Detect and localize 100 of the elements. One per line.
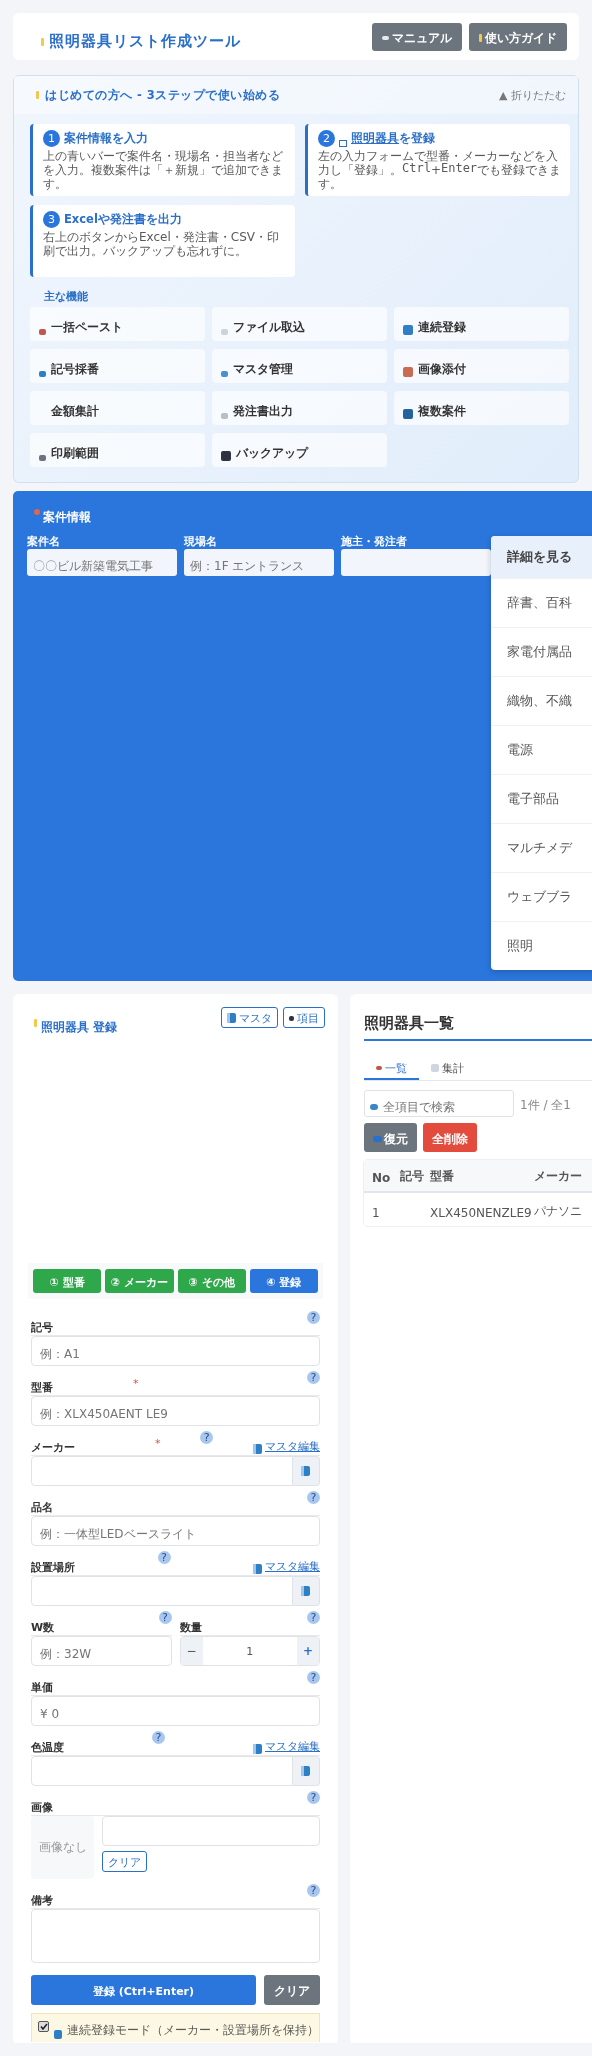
combo-field[interactable]: [31, 1756, 293, 1786]
feature-item[interactable]: 発注書出力: [212, 391, 387, 425]
fields-button[interactable]: 項目: [283, 1007, 325, 1028]
clear-image-button[interactable]: クリア: [102, 1851, 147, 1872]
help-icon[interactable]: ?: [158, 1611, 172, 1624]
help-icon[interactable]: ?: [157, 1551, 171, 1564]
guide-button[interactable]: 使い方ガイド: [469, 22, 567, 51]
combo-field[interactable]: [31, 1456, 293, 1486]
feature-label: 記号採番: [51, 362, 99, 377]
feature-item[interactable]: 記号採番: [30, 349, 205, 383]
dropdown-item[interactable]: 織物、不織: [491, 676, 592, 725]
step-tab[interactable]: ④ 登録: [249, 1269, 318, 1293]
feature-item[interactable]: ファイル取込: [212, 307, 387, 341]
tab[interactable]: 集計: [419, 1053, 476, 1080]
field-label: メーカー: [31, 1440, 75, 1455]
feature-label: マスタ管理: [233, 362, 293, 377]
step-number: 3: [43, 211, 60, 228]
help-icon[interactable]: ?: [152, 1731, 165, 1744]
text-field[interactable]: ¥ 0: [31, 1696, 320, 1726]
help-icon[interactable]: ?: [307, 1491, 320, 1504]
feature-item[interactable]: 画像添付: [394, 349, 569, 383]
feature-label: 印刷範囲: [51, 446, 99, 461]
dropdown-item[interactable]: 辞書、百科: [491, 578, 592, 627]
feature-label: 一括ペースト: [51, 320, 123, 335]
column-header[interactable]: メーカー: [534, 1168, 592, 1185]
help-icon[interactable]: ?: [307, 1611, 320, 1624]
master-picker-button[interactable]: [292, 1456, 320, 1486]
step-tab[interactable]: ③ その他: [177, 1269, 246, 1293]
text-field[interactable]: 〇〇ビル新築電気工事: [27, 549, 177, 576]
checkbox[interactable]: [38, 2021, 49, 2032]
feature-item[interactable]: マスタ管理: [212, 349, 387, 383]
master-button[interactable]: マスタ: [221, 1007, 278, 1028]
column-header[interactable]: 型番: [430, 1168, 534, 1185]
master-picker-button[interactable]: [292, 1756, 320, 1786]
dropdown-item[interactable]: マルチメデ: [491, 823, 592, 872]
text-field[interactable]: 例：A1: [31, 1336, 320, 1366]
text-field[interactable]: [341, 549, 491, 576]
field-label: 単価: [31, 1680, 53, 1695]
feature-label: 発注書出力: [233, 404, 293, 419]
text-field[interactable]: 例：XLX450AENT LE9: [31, 1396, 320, 1426]
master-edit-link[interactable]: マスタ編集: [253, 1439, 320, 1455]
feature-item[interactable]: バックアップ: [212, 433, 387, 467]
form-title: 照明器具 登録: [41, 1019, 118, 1036]
help-icon[interactable]: ?: [307, 1791, 320, 1804]
column-header[interactable]: 記号: [400, 1168, 430, 1185]
step-link[interactable]: 照明器具: [351, 131, 399, 145]
step-tab[interactable]: ① 型番: [33, 1269, 102, 1293]
feature-item[interactable]: 印刷範囲: [30, 433, 205, 467]
dropdown-item[interactable]: 電子部品: [491, 774, 592, 823]
dropdown-item[interactable]: ウェブブラ: [491, 872, 592, 921]
feature-icon: [403, 409, 413, 419]
feature-item[interactable]: 金額集計: [30, 391, 205, 425]
feature-icon: [39, 455, 46, 461]
help-icon[interactable]: ?: [307, 1671, 320, 1684]
step-description: 右上のボタンからExcel・発注書・CSV・印刷で出力。バックアップも忘れずに。: [43, 230, 280, 258]
dropdown-item[interactable]: 電源: [491, 725, 592, 774]
check-icon: [39, 2023, 48, 2030]
manual-button[interactable]: マニュアル: [372, 22, 462, 51]
collapse-button[interactable]: ▲ 折りたたむ: [499, 87, 566, 103]
feature-item[interactable]: 連続登録: [394, 307, 569, 341]
delete-all-button[interactable]: 全削除: [423, 1123, 477, 1152]
file-field[interactable]: [102, 1816, 320, 1846]
step-title: Excelや発注書を出力: [64, 212, 182, 228]
table-cell-text: 1: [371, 1206, 381, 1220]
restore-button[interactable]: 復元: [364, 1123, 417, 1152]
feature-label: 複数案件: [418, 404, 466, 419]
help-icon[interactable]: ?: [200, 1431, 214, 1444]
field-label: 記号: [31, 1320, 53, 1335]
feature-item[interactable]: 複数案件: [394, 391, 569, 425]
dropdown-item[interactable]: 家電付属品: [491, 627, 592, 676]
feature-icon: [221, 413, 228, 419]
text-field[interactable]: 例：32W: [31, 1636, 172, 1666]
tab[interactable]: 一覧: [364, 1053, 419, 1080]
clear-button[interactable]: クリア: [264, 1975, 320, 2005]
master-edit-link[interactable]: マスタ編集: [253, 1559, 320, 1575]
feature-icon: [403, 367, 413, 377]
text-field[interactable]: 例：一体型LEDベースライト: [31, 1516, 320, 1546]
register-button[interactable]: 登録 (Ctrl+Enter): [31, 1975, 256, 2005]
notes-field[interactable]: [31, 1909, 320, 1963]
field-label: 数量: [179, 1620, 202, 1635]
feature-item[interactable]: 一括ペースト: [30, 307, 205, 341]
help-icon[interactable]: ?: [307, 1371, 320, 1384]
list-title: 照明器具一覧: [364, 1014, 592, 1041]
column-header[interactable]: No: [364, 1171, 400, 1185]
required-mark: *: [133, 1376, 139, 1390]
combo-field[interactable]: [31, 1576, 293, 1606]
dropdown-item[interactable]: 照明: [491, 921, 592, 970]
dropdown-header[interactable]: 詳細を見る: [491, 536, 592, 578]
help-icon[interactable]: ?: [307, 1311, 320, 1324]
text-field[interactable]: 例：1F エントランス: [184, 549, 334, 576]
field-label: 型番: [31, 1380, 53, 1395]
master-edit-link[interactable]: マスタ編集: [253, 1739, 320, 1755]
result-count: 1件 / 全1: [520, 1097, 571, 1114]
field-label: 備考: [31, 1893, 53, 1908]
master-picker-button[interactable]: [292, 1576, 320, 1606]
table-cell-text: XLX450NENZLE9: [430, 1206, 533, 1220]
search-field[interactable]: 全項目で検索: [364, 1090, 514, 1117]
app-title: 照明器具リスト作成ツール: [49, 32, 241, 51]
step-tab[interactable]: ② メーカー: [105, 1269, 174, 1293]
help-icon[interactable]: ?: [307, 1884, 320, 1897]
